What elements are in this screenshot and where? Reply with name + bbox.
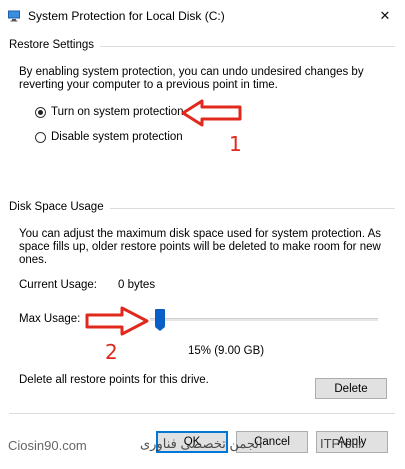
restore-description-2: reverting your computer to a previous po…: [19, 79, 278, 91]
radio-disable[interactable]: Disable system protection: [35, 131, 183, 143]
delete-button[interactable]: Delete: [315, 378, 387, 399]
disk-group-title: Disk Space Usage: [9, 201, 110, 213]
max-usage-slider-thumb[interactable]: [154, 309, 165, 331]
computer-icon: [8, 10, 20, 22]
max-usage-value: 15% (9.00 GB): [188, 345, 265, 357]
current-usage-value: 0 bytes: [118, 279, 156, 291]
radio-turn-on-button[interactable]: [35, 106, 46, 118]
radio-turn-on[interactable]: Turn on system protection: [35, 106, 184, 118]
disk-description-3: ones.: [19, 254, 48, 266]
annotation-arrow-1: [181, 99, 242, 127]
watermark-right: ITPro.ir: [320, 436, 363, 451]
close-icon: ✕: [379, 8, 391, 24]
watermark-middle: انجمن تخصصی فناوری: [140, 436, 263, 451]
current-usage-label: Current Usage:: [19, 279, 97, 291]
footer-separator: [9, 413, 395, 414]
title-bar: System Protection for Local Disk (C:) ✕: [0, 0, 405, 32]
max-usage-label: Max Usage:: [19, 313, 81, 325]
restore-group-title: Restore Settings: [9, 39, 101, 51]
max-usage-slider-track[interactable]: [150, 318, 378, 321]
radio-disable-button[interactable]: [35, 131, 46, 143]
delete-description: Delete all restore points for this drive…: [19, 374, 209, 386]
restore-description-1: By enabling system protection, you can u…: [19, 66, 364, 78]
close-button[interactable]: ✕: [372, 5, 398, 27]
annotation-number-1: 1: [229, 132, 242, 156]
disk-description-1: You can adjust the maximum disk space us…: [19, 228, 382, 240]
radio-turn-on-label: Turn on system protection: [51, 106, 184, 118]
watermark-left: Ciosin90.com: [8, 438, 87, 453]
window-title: System Protection for Local Disk (C:): [28, 9, 225, 23]
disk-description-2: space fills up, older restore points wil…: [19, 241, 381, 253]
radio-disable-label: Disable system protection: [51, 131, 183, 143]
annotation-number-2: 2: [105, 340, 118, 364]
annotation-arrow-2: [85, 306, 149, 336]
